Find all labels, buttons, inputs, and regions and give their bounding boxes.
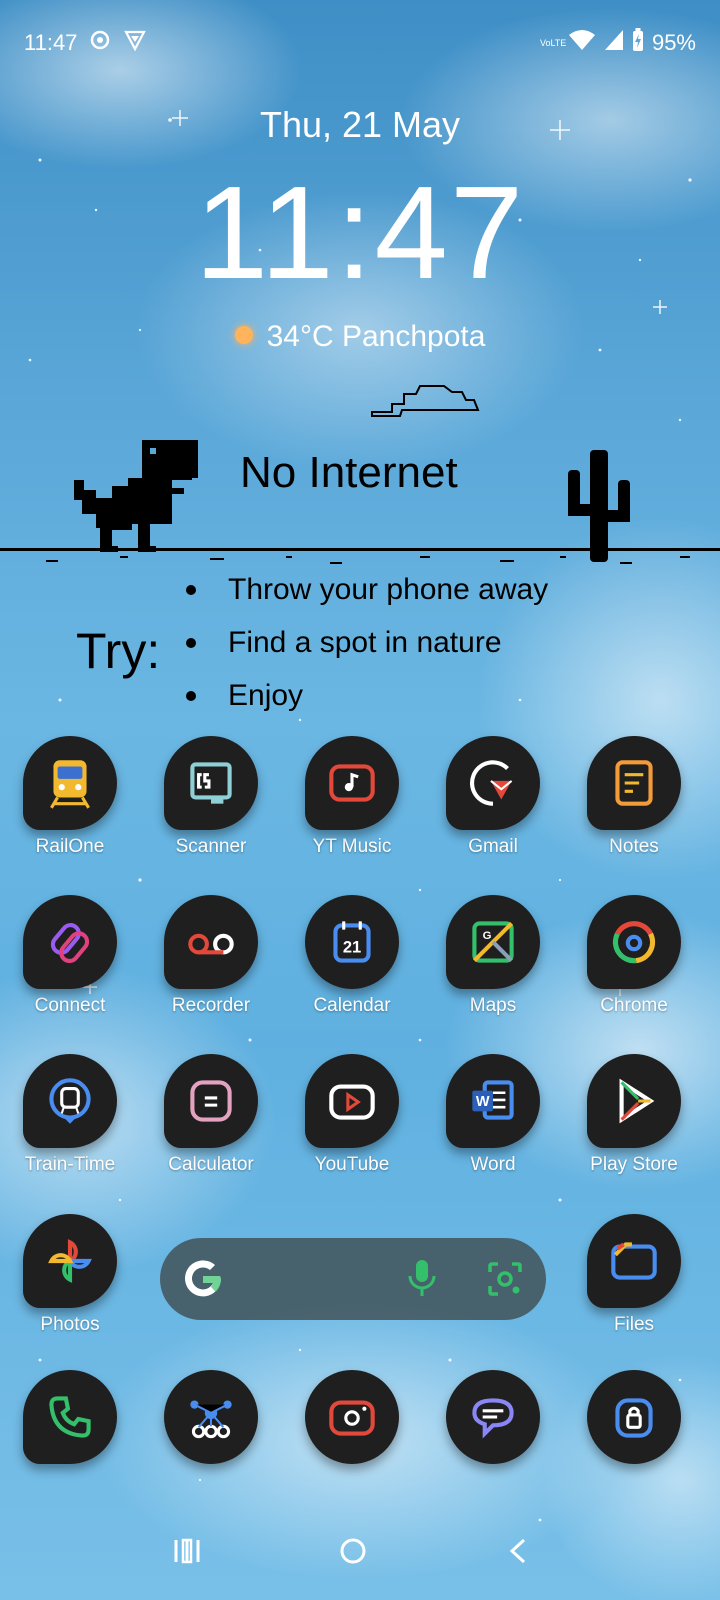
- word-icon: W: [446, 1054, 540, 1148]
- files-icon: [587, 1214, 681, 1308]
- signal-icon: [604, 29, 624, 57]
- wifi-icon: [568, 29, 596, 57]
- app-maps[interactable]: G Maps: [433, 895, 553, 1017]
- app-calendar[interactable]: 21 Calendar: [292, 895, 412, 1017]
- google-search-bar[interactable]: [160, 1238, 546, 1320]
- app-files[interactable]: Files: [574, 1214, 694, 1336]
- no-internet-title: No Internet: [240, 448, 458, 497]
- status-bar: 11:47 VoLTE 95%: [24, 28, 696, 58]
- cloud-icon: [371, 385, 480, 417]
- yt-music-icon: [305, 736, 399, 830]
- svg-text:21: 21: [343, 937, 361, 956]
- dock-phone[interactable]: [10, 1370, 130, 1464]
- recorder-icon: [164, 895, 258, 989]
- app-youtube[interactable]: YouTube: [292, 1054, 412, 1176]
- app-notes[interactable]: Notes: [574, 736, 694, 858]
- app-label: Files: [613, 1314, 655, 1335]
- svg-text:G: G: [483, 930, 492, 942]
- messages-icon: [446, 1370, 540, 1464]
- svg-text:W: W: [476, 1094, 490, 1110]
- camera-icon: [305, 1370, 399, 1464]
- clock-time[interactable]: 11:47: [0, 167, 720, 299]
- settings-icon: [89, 29, 111, 57]
- app-gmail[interactable]: Gmail: [433, 736, 553, 858]
- connect-icon: [23, 895, 117, 989]
- app-label: Scanner: [175, 836, 247, 857]
- play-store-icon: [587, 1054, 681, 1148]
- app-scanner[interactable]: Scanner: [151, 736, 271, 858]
- google-icon: [180, 1256, 226, 1307]
- app-label: YouTube: [314, 1154, 390, 1175]
- weather-text: 34°C Panchpota: [266, 320, 486, 353]
- app-connect[interactable]: Connect: [10, 895, 130, 1017]
- dock-lock[interactable]: [574, 1370, 694, 1464]
- phone-icon: [23, 1370, 117, 1464]
- chrome-icon: [587, 895, 681, 989]
- train-time-icon: [23, 1054, 117, 1148]
- app-railone[interactable]: RailOne: [10, 736, 130, 858]
- weather-widget[interactable]: 34°C Panchpota: [0, 320, 720, 354]
- dock-messages[interactable]: [433, 1370, 553, 1464]
- photos-icon: [23, 1214, 117, 1308]
- app-label: Train-Time: [24, 1154, 116, 1175]
- app-yt-music[interactable]: YT Music: [292, 736, 412, 858]
- app-label: Calendar: [313, 995, 391, 1016]
- app-label: Calculator: [168, 1154, 254, 1175]
- share-network-icon: [164, 1370, 258, 1464]
- app-label: YT Music: [312, 836, 392, 857]
- app-label: Word: [470, 1154, 516, 1175]
- gmail-icon: [446, 736, 540, 830]
- tip-item: Enjoy: [186, 676, 548, 729]
- home-icon[interactable]: [338, 1536, 368, 1571]
- scanner-icon: [164, 736, 258, 830]
- app-calculator[interactable]: Calculator: [151, 1054, 271, 1176]
- app-label: Notes: [609, 836, 659, 857]
- sun-icon: [234, 326, 253, 345]
- app-label: Photos: [40, 1314, 100, 1335]
- app-label: Recorder: [171, 995, 251, 1016]
- app-train-time[interactable]: Train-Time: [10, 1054, 130, 1176]
- app-label: Play Store: [590, 1154, 678, 1175]
- calendar-icon: 21: [305, 895, 399, 989]
- lens-icon[interactable]: [486, 1260, 524, 1303]
- microphone-icon[interactable]: [406, 1258, 438, 1305]
- try-label: Try:: [76, 623, 161, 679]
- recents-icon[interactable]: [172, 1536, 202, 1571]
- notes-icon: [587, 736, 681, 830]
- battery-level: 95%: [651, 30, 696, 55]
- train-icon: [23, 736, 117, 830]
- battery-charging-icon: [632, 28, 644, 58]
- tips-list: Throw your phone away Find a spot in nat…: [186, 570, 548, 729]
- app-photos[interactable]: Photos: [10, 1214, 130, 1336]
- dock-share[interactable]: [151, 1370, 271, 1464]
- status-time: 11:47: [24, 30, 78, 55]
- tip-item: Throw your phone away: [186, 570, 548, 623]
- app-label: Gmail: [468, 836, 518, 857]
- navigation-bar: [0, 1528, 720, 1578]
- vpn-shield-icon: [123, 28, 147, 58]
- dock-camera[interactable]: [292, 1370, 412, 1464]
- ground-line: [0, 548, 720, 551]
- tip-item: Find a spot in nature: [186, 623, 548, 676]
- date-label[interactable]: Thu, 21 May: [0, 104, 720, 146]
- back-icon[interactable]: [506, 1536, 530, 1571]
- app-label: Connect: [34, 995, 106, 1016]
- app-label: Maps: [469, 995, 517, 1016]
- youtube-icon: [305, 1054, 399, 1148]
- maps-icon: G: [446, 895, 540, 989]
- calculator-icon: [164, 1054, 258, 1148]
- app-word[interactable]: W Word: [433, 1054, 553, 1176]
- network-type: VoLTE: [539, 37, 567, 48]
- app-chrome[interactable]: Chrome: [574, 895, 694, 1017]
- app-play-store[interactable]: Play Store: [574, 1054, 694, 1176]
- app-label: Chrome: [600, 995, 668, 1016]
- dino-icon: [74, 440, 198, 552]
- app-recorder[interactable]: Recorder: [151, 895, 271, 1017]
- cactus-icon: [568, 450, 630, 562]
- app-label: RailOne: [35, 836, 105, 857]
- lock-icon: [587, 1370, 681, 1464]
